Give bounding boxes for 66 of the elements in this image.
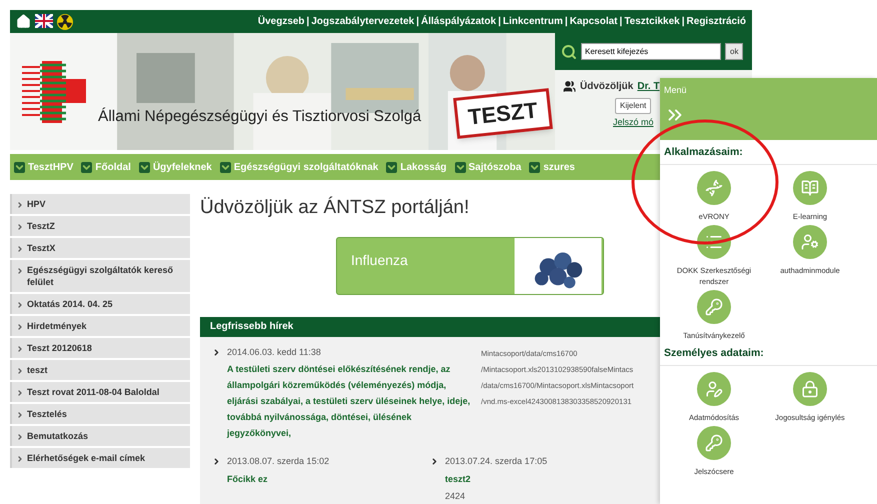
news-date: 2013.08.07. szerda 15:02 [227,455,330,468]
link-separator: | [306,15,310,29]
search-button[interactable]: ok [725,43,744,60]
flag-icon[interactable] [35,14,53,28]
sidebar-item[interactable]: TesztZ [10,216,190,236]
sidebar-item[interactable]: Teszt rovat 2011-08-04 Baloldal [10,382,190,402]
sidebar-item[interactable]: Oktatás 2014. 04. 25 [10,294,190,314]
link-separator: | [498,15,501,29]
news-header: Legfrissebb hírek [200,316,660,336]
link-separator: | [564,15,568,29]
key-icon [697,426,731,460]
sidebar-item[interactable]: TesztX [10,238,190,258]
news-headline[interactable]: A testületi szerv döntései előkészítésének rendje, az állampolgári közreműködés (véleményezés) módja, eljárási szabályai, a testületi szerv üléseinek helye, ideje, továbbá nyilvánossága, döntései, ülésének jegyzőkönyvei, [227,361,473,441]
bullet-icon [430,457,439,466]
dropdown-icon [386,162,398,172]
search-icon [561,44,577,60]
logout-button[interactable]: Kijelent [615,98,652,114]
hazard-icon[interactable] [57,14,73,30]
sidebar-item[interactable]: Egészségügyi szolgáltatók kereső felület [10,260,190,292]
dropdown-icon [220,162,231,172]
link-separator: | [620,15,622,29]
news-date: 2013.07.24. szerda 17:05 [445,455,548,468]
dropdown-icon [454,162,466,172]
lock-icon [793,372,827,406]
news-headline[interactable]: Főcikk ez [227,472,330,486]
sidebar-item[interactable]: Teszt 20120618 [10,338,190,358]
search-field[interactable]: Keresett kifejezés [581,43,721,60]
sidebar-item[interactable]: Elérhetőségek e-mail címek [10,448,190,468]
sidebar-item[interactable]: Bemutatkozás [10,426,190,446]
top-link[interactable]: Jogszabálytervezetek [311,14,414,29]
bullet-icon [212,457,221,466]
link-separator: | [682,15,685,29]
banner-label: Influenza [350,250,409,270]
user-link[interactable]: Dr. T [637,79,660,94]
sidebar-item[interactable]: Hirdetmények [10,316,190,336]
welcome-text: Üdvözöljük [580,80,634,94]
logo-icon [22,61,86,123]
sidebar-item[interactable]: Tesztelés [10,404,190,424]
news-date: 2014.06.03. kedd 11:38 [227,346,322,358]
dropdown-icon [138,162,150,172]
page-title: Üdvözöljük az ÁNTSZ portálján! [200,196,470,220]
bullet-icon [212,348,221,356]
useredit-icon [697,372,731,406]
section-title: Személyes adataim: [660,340,877,366]
dropdown-icon [14,162,25,172]
link-separator: | [416,15,420,29]
sidebar-item[interactable]: teszt [10,360,190,380]
top-link[interactable]: Linkcentrum [502,14,563,29]
sidebar-item[interactable]: HPV [10,194,190,214]
menu-title: Menü [664,84,688,97]
top-link[interactable]: Üvegzseb [258,14,305,29]
list-icon [697,224,731,259]
home-icon[interactable] [16,14,31,28]
key-icon [697,290,731,324]
top-link[interactable]: Álláspályázatok [421,14,496,29]
top-link[interactable]: Tesztcikkek [624,14,680,29]
dropdown-icon [529,162,540,172]
news-headline[interactable]: teszt2 [445,472,548,486]
top-link[interactable]: Kapcsolat [570,14,618,29]
news-body: 2424 [445,490,466,503]
dropdown-icon [81,162,92,172]
dna-icon [697,170,731,205]
top-link[interactable]: Regisztráció [686,14,746,29]
users-icon [563,80,576,93]
section-title: Alkalmazásaim: [660,140,877,165]
site-title: Állami Népegészségügyi és Tisztiorvosi Szolgá [98,106,422,127]
